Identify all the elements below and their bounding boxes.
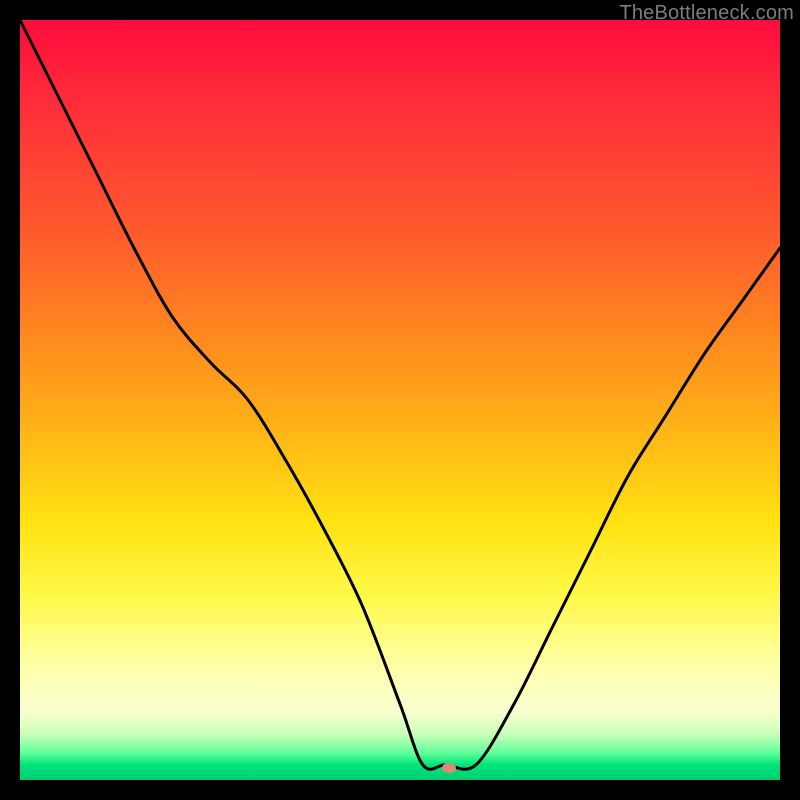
watermark-text: TheBottleneck.com — [619, 2, 794, 25]
bottleneck-curve — [20, 20, 780, 780]
curve-line — [20, 20, 780, 769]
optimal-marker — [442, 763, 456, 773]
chart-frame: TheBottleneck.com — [0, 0, 800, 800]
plot-area — [20, 20, 780, 780]
